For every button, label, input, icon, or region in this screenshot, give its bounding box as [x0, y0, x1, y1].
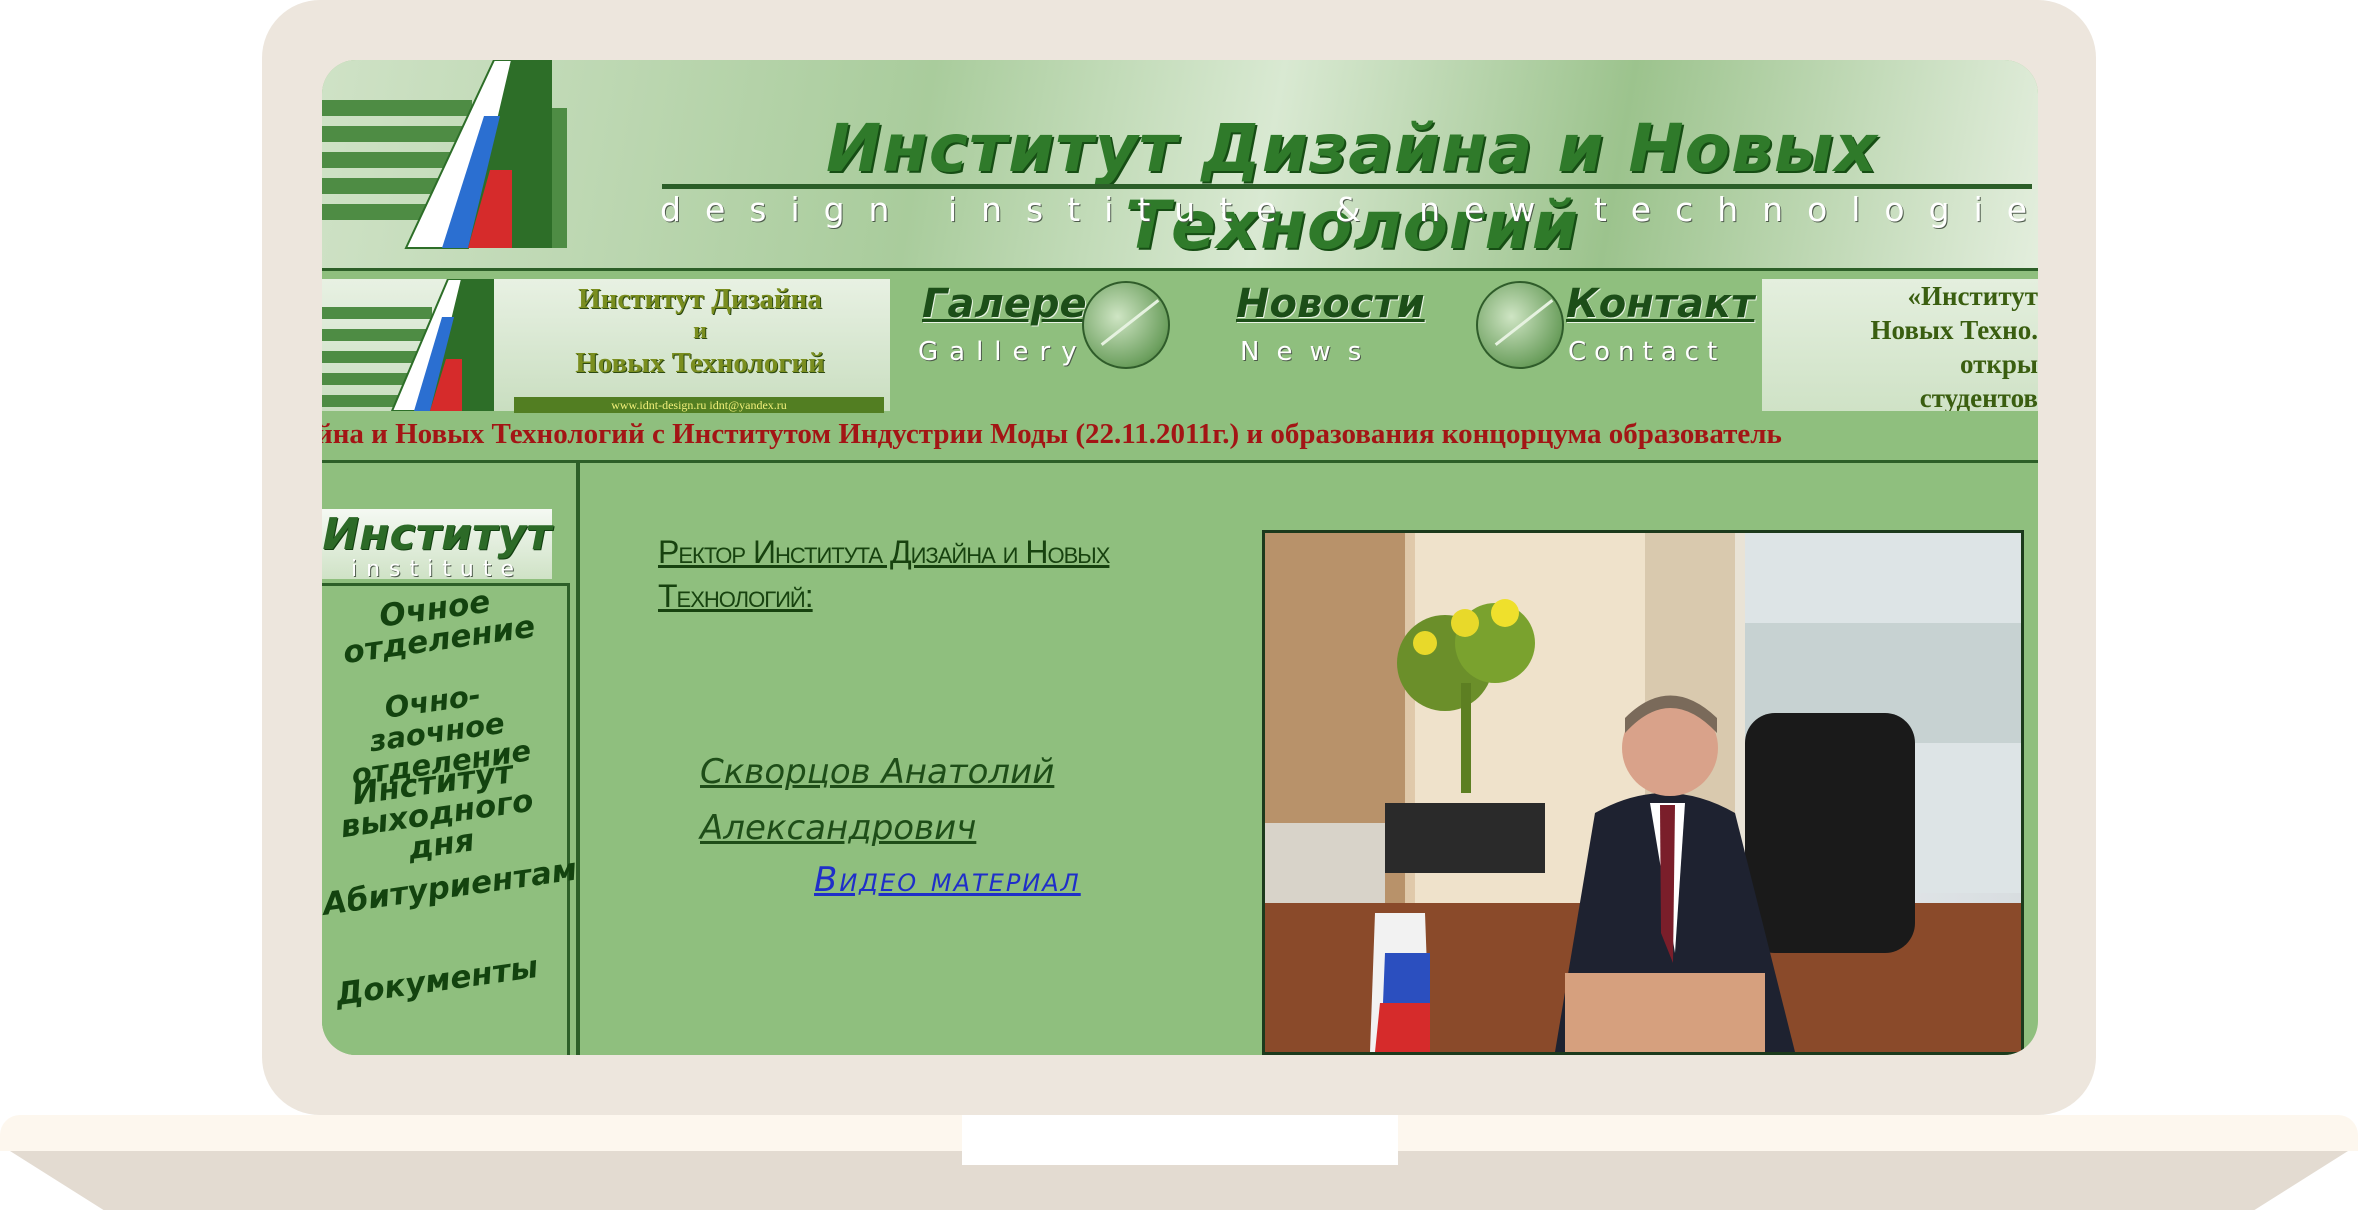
news-marquee[interactable]: йна и Новых Технологий с Институтом Инду…: [322, 416, 2038, 463]
banner-subtitle: design institute & new technologies: [660, 190, 2038, 229]
sidebar-header: Институт institute: [322, 509, 552, 582]
nav-news-label: Новости: [1236, 281, 1425, 327]
logo-icon: [322, 60, 567, 250]
laptop-notch: [962, 1115, 1398, 1165]
nav-contact[interactable]: Контакт Contact: [1476, 281, 1756, 391]
site-banner: Институт Дизайна и Новых Технологий desi…: [322, 60, 2038, 268]
nav-contact-label: Контакт: [1566, 281, 1755, 327]
sidebar-menu: Очное отделение Очно-заочное отделение И…: [322, 583, 579, 1055]
nav-logo-text: Институт Дизайна и Новых Технологий: [575, 283, 825, 379]
rector-photo: [1262, 530, 2024, 1055]
sidebar-subtitle: institute: [351, 557, 523, 582]
nav-news[interactable]: Новости News: [1232, 281, 1462, 391]
video-material-link[interactable]: Видео материал: [814, 860, 1081, 900]
nav-gallery[interactable]: Галерея Gallery: [906, 281, 1176, 391]
sidebar-title: Институт: [322, 509, 552, 560]
rector-name[interactable]: Скворцов Анатолий Александрович: [700, 744, 1220, 856]
screen: Институт Дизайна и Новых Технологий desi…: [322, 60, 2038, 1055]
marquee-text: йна и Новых Технологий с Институтом Инду…: [322, 418, 1782, 450]
leaf-icon: [1082, 281, 1170, 369]
sidebar: Институт institute Очное отделение Очно-…: [322, 463, 580, 1055]
nav-news-sub: News: [1240, 337, 1379, 367]
nav-strip: Институт Дизайна и Новых Технологий www.…: [322, 268, 2038, 419]
sidebar-item-full-time[interactable]: Очное отделение: [322, 578, 555, 672]
nav-logo[interactable]: Институт Дизайна и Новых Технологий www.…: [322, 279, 890, 413]
nav-gallery-sub: Gallery: [918, 337, 1088, 367]
sidebar-item-documents[interactable]: Документы: [322, 949, 553, 1013]
small-logo-icon: [322, 279, 494, 411]
announcement-box[interactable]: «Институт Новых Техно. откры студентов: [1762, 279, 2038, 411]
rector-heading: Ректор Института Дизайна и Новых Техноло…: [658, 534, 1110, 614]
nav-logo-url: www.idnt-design.ru idnt@yandex.ru: [514, 397, 884, 413]
banner-divider: [662, 184, 2032, 189]
leaf-icon: [1476, 281, 1564, 369]
nav-contact-sub: Contact: [1568, 337, 1726, 367]
